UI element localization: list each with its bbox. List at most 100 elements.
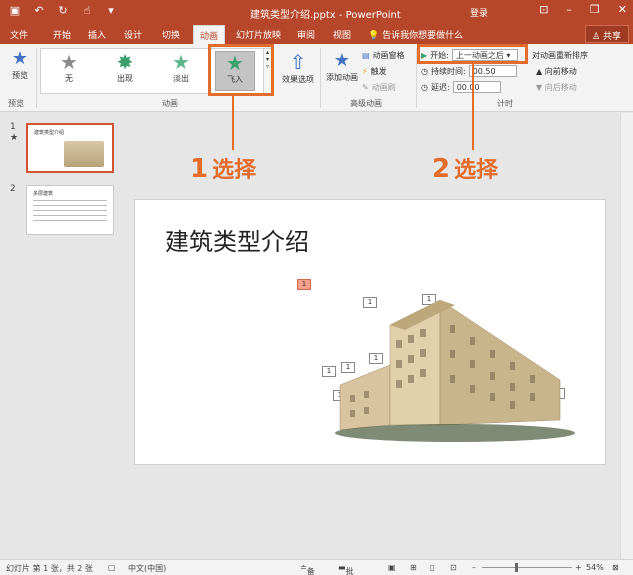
normal-view-icon[interactable]: ▣: [388, 563, 396, 572]
tab-slideshow[interactable]: 幻灯片放映: [236, 28, 281, 41]
zoom-level[interactable]: 54%: [586, 563, 604, 572]
ribbon-display-icon[interactable]: ⊡: [539, 3, 548, 16]
building-image[interactable]: [330, 295, 580, 443]
slide-canvas[interactable]: 建筑类型介绍 1 1 1 1 1 1 1 1: [134, 199, 606, 465]
add-animation-label: 添加动画: [326, 73, 358, 82]
group-separator: [36, 48, 37, 108]
callout-number: 2: [432, 154, 451, 184]
comments-button[interactable]: ▬ 批注: [338, 563, 354, 575]
language-indicator[interactable]: 中文(中国): [128, 563, 166, 574]
vertical-scrollbar[interactable]: [620, 113, 633, 559]
callout-text: 选择: [212, 158, 257, 183]
slide-counter: 幻灯片 第 1 张，共 2 张: [6, 564, 93, 573]
person-icon: ♙: [592, 32, 601, 42]
delay-input[interactable]: 00.00: [452, 81, 501, 93]
preview-button[interactable]: ★ 预览: [6, 48, 34, 81]
animation-none[interactable]: ★ 无: [49, 51, 89, 84]
add-animation-button[interactable]: ★ 添加动画: [324, 50, 360, 83]
callout-text: 选择: [454, 158, 499, 183]
animation-fade-label: 淡出: [173, 74, 189, 83]
tab-review[interactable]: 审阅: [297, 28, 315, 41]
callout-line: [472, 64, 474, 150]
quick-access-toolbar: ▣ ↶ ↻ ☝ ▾: [8, 4, 118, 17]
tab-home[interactable]: 开始: [53, 28, 71, 41]
tell-me-search[interactable]: 💡 告诉我你想要做什么: [368, 28, 463, 41]
highlight-start: [417, 44, 528, 64]
fit-slide-icon[interactable]: ⊠: [612, 563, 619, 572]
lightbulb-icon: 💡: [368, 31, 380, 41]
duration-label: 持续时间:: [430, 66, 466, 76]
star-icon: ★: [60, 50, 78, 74]
duration-input[interactable]: 00.50: [468, 65, 517, 77]
delay-row: ◷ 延迟: 00.00: [421, 81, 501, 93]
building-image: [64, 141, 104, 167]
burst-star-icon: ✸: [116, 50, 134, 74]
tab-transitions[interactable]: 切换: [162, 28, 180, 41]
preview-star-icon: ★: [11, 48, 29, 69]
brush-icon: ✎: [362, 83, 369, 92]
animation-appear-label: 出现: [117, 74, 133, 83]
restore-icon[interactable]: ❐: [590, 3, 600, 16]
minimize-icon[interactable]: –: [566, 3, 572, 16]
star-icon: ★: [172, 50, 190, 74]
close-icon[interactable]: ✕: [618, 3, 627, 16]
share-label: 共享: [602, 32, 621, 42]
reorder-title: 对动画重新排序: [532, 51, 588, 60]
tab-design[interactable]: 设计: [124, 28, 142, 41]
callout-number: 1: [190, 154, 209, 184]
animation-marker: ★: [10, 133, 19, 143]
animation-pane-button[interactable]: ▤ 动画窗格: [362, 50, 405, 61]
trigger-label: 触发: [370, 67, 387, 76]
slide-thumbnail[interactable]: 建筑类型介绍: [26, 123, 114, 173]
zoom-out-icon[interactable]: –: [472, 563, 476, 572]
redo-icon[interactable]: ↻: [56, 4, 70, 17]
lightning-icon: ⚡: [362, 67, 368, 76]
animation-fade[interactable]: ★ 淡出: [161, 51, 201, 84]
status-bar: 幻灯片 第 1 张，共 2 张 ▢ 中文(中国) ≐ 备注 ▬ 批注 ▣ ⊞ ▯…: [0, 559, 633, 575]
animation-pane-label: 动画窗格: [372, 51, 405, 60]
customize-icon[interactable]: ▾: [104, 4, 118, 17]
save-icon[interactable]: ▣: [8, 4, 22, 17]
move-earlier-button[interactable]: ▲ 向前移动: [536, 66, 577, 77]
group-advanced-label: 高级动画: [350, 99, 382, 108]
move-later-button[interactable]: ▼ 向后移动: [536, 82, 577, 93]
title-bar: ▣ ↶ ↻ ☝ ▾ 建筑类型介绍.pptx - PowerPoint 登录 ⊡ …: [0, 0, 633, 24]
zoom-slider[interactable]: [482, 567, 572, 568]
undo-icon[interactable]: ↶: [32, 4, 46, 17]
reading-view-icon[interactable]: ▯: [430, 563, 434, 572]
zoom-in-icon[interactable]: +: [575, 563, 582, 572]
effect-options-button[interactable]: ⇧ 效果选项: [278, 50, 318, 85]
delay-label: 延迟:: [430, 82, 450, 92]
tab-file[interactable]: 文件: [10, 28, 28, 41]
tab-animations[interactable]: 动画: [193, 25, 226, 44]
thumb-number: 1: [10, 122, 16, 132]
touch-mode-icon[interactable]: ☝: [80, 4, 94, 17]
animation-painter-button[interactable]: ✎ 动画刷: [362, 82, 396, 93]
tab-insert[interactable]: 插入: [88, 28, 106, 41]
animation-tag[interactable]: 1: [297, 279, 311, 290]
notes-label: 备注: [306, 567, 315, 575]
login-link[interactable]: 登录: [470, 6, 488, 19]
move-earlier-label: 向前移动: [544, 67, 577, 76]
document-title: 建筑类型介绍.pptx - PowerPoint: [250, 10, 401, 21]
clock-icon: ◷: [421, 82, 428, 92]
comments-label: 批注: [345, 567, 354, 575]
preview-label: 预览: [12, 71, 28, 80]
zoom-thumb[interactable]: [515, 563, 518, 572]
spellcheck-icon[interactable]: ▢: [108, 563, 116, 572]
slide-sorter-icon[interactable]: ⊞: [410, 563, 417, 572]
slide-thumbnail[interactable]: 多层建筑: [26, 185, 114, 235]
trigger-button[interactable]: ⚡ 触发: [362, 66, 387, 77]
tab-view[interactable]: 视图: [333, 28, 351, 41]
window-controls: ⊡ – ❐ ✕: [539, 3, 627, 16]
group-timing-label: 计时: [497, 99, 513, 108]
ribbon-animations: ★ 预览 预览 ★ 无 ✸ 出现 ★ 淡出 ★ 飞入 ▴ ▾ ▿ 动画 ⇧ 效果选项…: [0, 44, 633, 112]
slideshow-icon[interactable]: ⊡: [450, 563, 457, 572]
animation-appear[interactable]: ✸ 出现: [105, 51, 145, 84]
share-button[interactable]: ♙ 共享: [585, 25, 629, 43]
notes-button[interactable]: ≐ 备注: [300, 563, 315, 575]
tell-me-label: 告诉我你想要做什么: [382, 31, 464, 41]
slide-title[interactable]: 建筑类型介绍: [165, 222, 309, 257]
clock-icon: ◷: [421, 66, 428, 76]
ribbon-tabs: 文件 开始 插入 设计 切换 动画 幻灯片放映 审阅 视图 💡 告诉我你想要做什…: [0, 24, 633, 44]
